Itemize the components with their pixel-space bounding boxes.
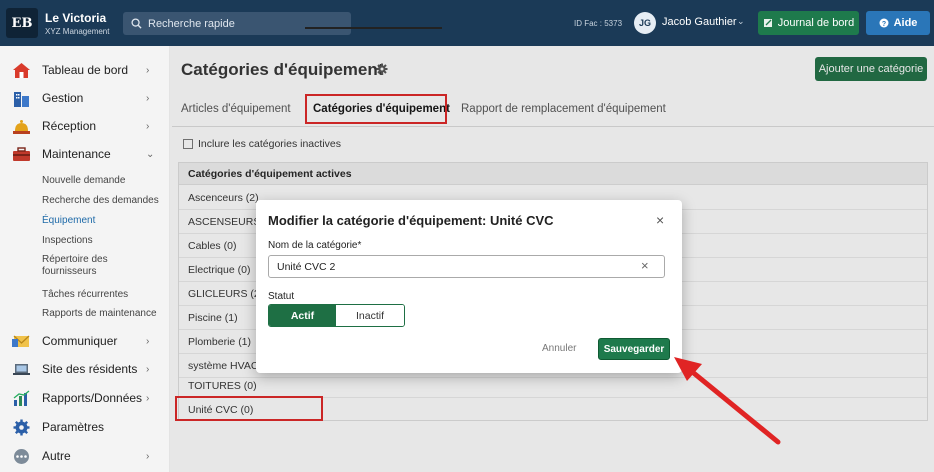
sidebar-item-label: Communiquer xyxy=(42,334,118,348)
chevron-right-icon: › xyxy=(146,92,150,104)
sidebar-item-other[interactable]: Autre › xyxy=(0,444,170,468)
active-tab-underline xyxy=(305,27,442,29)
category-name-value: Unité CVC 2 xyxy=(277,260,336,273)
top-bar: EB Le Victoria XYZ Management Recherche … xyxy=(0,0,934,46)
category-name-label: Nom de la catégorie* xyxy=(268,240,362,251)
chevron-right-icon: › xyxy=(146,392,150,404)
sidebar: Tableau de bord › Gestion › Réception › … xyxy=(0,46,170,472)
laptop-icon xyxy=(13,363,30,375)
help-icon: ? xyxy=(879,18,889,28)
chevron-right-icon: › xyxy=(146,64,150,76)
status-inactive-button[interactable]: Inactif xyxy=(336,305,404,326)
modal-title: Modifier la catégorie d'équipement: Unit… xyxy=(268,213,554,228)
annotation-arrow-icon xyxy=(674,357,781,445)
edit-category-modal: Modifier la catégorie d'équipement: Unit… xyxy=(256,200,682,373)
more-icon xyxy=(14,448,29,464)
avatar[interactable]: JG xyxy=(634,12,656,34)
sidebar-subitem-new-request[interactable]: Nouvelle demande xyxy=(42,175,125,187)
sidebar-subitem-maintenance-reports[interactable]: Rapports de maintenance xyxy=(42,308,157,320)
category-name-field[interactable]: Unité CVC 2 xyxy=(268,255,665,278)
chevron-right-icon: › xyxy=(146,450,150,462)
sidebar-subitem-equipment[interactable]: Équipement xyxy=(42,215,95,227)
chevron-right-icon: › xyxy=(146,363,150,375)
house-icon xyxy=(13,62,30,78)
journal-button[interactable]: Journal de bord xyxy=(758,11,859,35)
logo[interactable]: EB xyxy=(6,8,38,38)
svg-text:?: ? xyxy=(881,21,885,28)
status-active-button[interactable]: Actif xyxy=(269,305,336,326)
sidebar-subitem-vendors[interactable]: Répertoire des fournisseurs xyxy=(42,254,152,278)
sidebar-item-label: Paramètres xyxy=(42,420,105,434)
sidebar-item-reports[interactable]: Rapports/Données › xyxy=(0,386,170,410)
search-input[interactable]: Recherche rapide xyxy=(123,12,351,35)
bell-icon xyxy=(13,119,30,134)
chevron-down-icon: ⌄ xyxy=(146,148,155,160)
search-icon xyxy=(131,18,142,29)
sidebar-item-gestion[interactable]: Gestion › xyxy=(0,86,170,110)
sidebar-item-label: Gestion xyxy=(42,91,84,105)
help-button[interactable]: ? Aide xyxy=(866,11,930,35)
status-label: Statut xyxy=(268,291,295,302)
sidebar-item-communiquer[interactable]: Communiquer › xyxy=(0,329,170,353)
envelope-icon xyxy=(12,335,30,347)
facility-id: ID Fac : 5373 xyxy=(574,19,623,28)
help-label: Aide xyxy=(893,17,918,29)
toolbox-icon xyxy=(13,146,30,161)
brand-name: Le Victoria xyxy=(45,11,107,25)
sidebar-item-label: Autre xyxy=(42,449,71,463)
sidebar-subitem-search-requests[interactable]: Recherche des demandes xyxy=(42,195,159,207)
pencil-icon xyxy=(763,19,772,27)
brand-subtitle: XYZ Management xyxy=(45,27,110,36)
chevron-right-icon: › xyxy=(146,120,150,132)
sidebar-item-label: Tableau de bord xyxy=(42,63,129,77)
sidebar-item-resident-site[interactable]: Site des résidents › xyxy=(0,357,170,381)
chevron-right-icon: › xyxy=(146,335,150,347)
user-name[interactable]: Jacob Gauthier xyxy=(662,16,737,28)
chart-icon xyxy=(13,389,30,406)
sidebar-subitem-inspections[interactable]: Inspections xyxy=(42,235,93,247)
sidebar-item-label: Réception xyxy=(42,119,97,133)
sidebar-item-reception[interactable]: Réception › xyxy=(0,114,170,138)
status-toggle: Actif Inactif xyxy=(268,304,405,327)
close-icon[interactable]: × xyxy=(656,212,664,228)
sidebar-subitem-recurring-tasks[interactable]: Tâches récurrentes xyxy=(42,289,128,301)
gear-icon xyxy=(13,419,30,435)
journal-label: Journal de bord xyxy=(777,17,855,29)
sidebar-item-maintenance[interactable]: Maintenance ⌄ xyxy=(0,142,170,166)
sidebar-item-label: Maintenance xyxy=(42,147,111,161)
sidebar-item-label: Site des résidents xyxy=(42,362,138,376)
search-placeholder: Recherche rapide xyxy=(148,17,235,30)
sidebar-item-settings[interactable]: Paramètres xyxy=(0,415,170,439)
cancel-button[interactable]: Annuler xyxy=(542,343,576,354)
building-icon xyxy=(14,91,29,107)
clear-icon[interactable]: × xyxy=(641,258,649,273)
sidebar-item-label: Rapports/Données xyxy=(42,391,143,405)
sidebar-item-dashboard[interactable]: Tableau de bord › xyxy=(0,58,170,82)
chevron-down-icon[interactable]: ⌄ xyxy=(737,16,745,27)
